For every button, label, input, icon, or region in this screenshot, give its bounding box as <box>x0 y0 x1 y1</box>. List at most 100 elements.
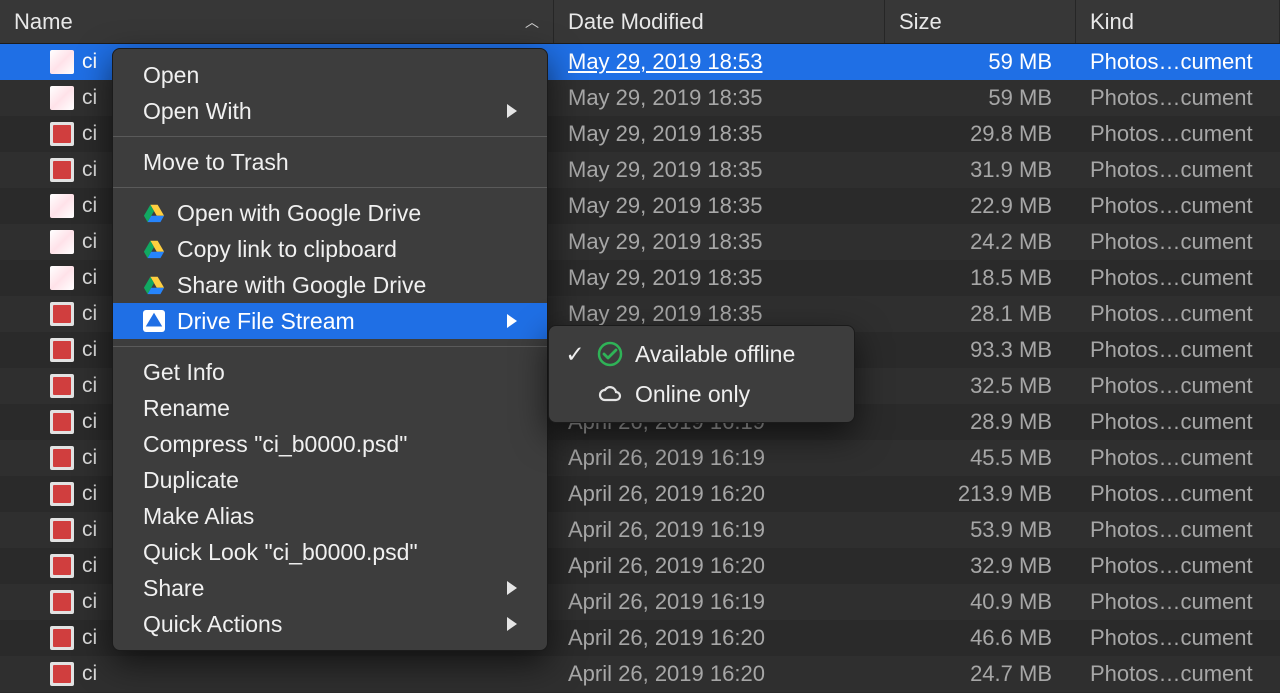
file-kind-cell: Photos…cument <box>1076 620 1280 656</box>
file-kind-label: Photos…cument <box>1090 193 1253 219</box>
file-size-cell: 59 MB <box>885 80 1076 116</box>
menu-get-info[interactable]: Get Info <box>113 354 547 390</box>
file-thumbnail-icon <box>50 86 74 110</box>
drive-file-stream-submenu: ✓ Available offline Online only <box>548 325 855 423</box>
google-drive-icon <box>143 274 165 296</box>
column-header-size[interactable]: Size <box>885 0 1076 43</box>
file-date-cell: May 29, 2019 18:35 <box>554 80 885 116</box>
file-date-cell: April 26, 2019 16:20 <box>554 656 885 692</box>
menu-quick-actions[interactable]: Quick Actions <box>113 606 547 642</box>
menu-share-label: Share <box>143 575 204 602</box>
file-kind-label: Photos…cument <box>1090 301 1253 327</box>
file-size-label: 22.9 MB <box>970 193 1052 219</box>
file-date-cell: May 29, 2019 18:35 <box>554 260 885 296</box>
file-date-label: May 29, 2019 18:35 <box>568 301 762 327</box>
file-kind-label: Photos…cument <box>1090 85 1253 111</box>
menu-drive-file-stream-label: Drive File Stream <box>177 308 355 335</box>
file-size-cell: 24.2 MB <box>885 224 1076 260</box>
menu-move-to-trash[interactable]: Move to Trash <box>113 144 547 180</box>
cloud-icon <box>597 381 623 407</box>
file-thumbnail-icon <box>50 374 74 398</box>
file-size-cell: 213.9 MB <box>885 476 1076 512</box>
file-thumbnail-icon <box>50 158 74 182</box>
menu-duplicate[interactable]: Duplicate <box>113 462 547 498</box>
file-thumbnail-icon <box>50 482 74 506</box>
menu-copy-link[interactable]: Copy link to clipboard <box>113 231 547 267</box>
checkmark-icon: ✓ <box>565 341 585 368</box>
file-size-cell: 40.9 MB <box>885 584 1076 620</box>
file-size-label: 59 MB <box>988 85 1052 111</box>
menu-rename[interactable]: Rename <box>113 390 547 426</box>
menu-make-alias[interactable]: Make Alias <box>113 498 547 534</box>
file-name-cell: ci <box>0 656 554 692</box>
menu-open[interactable]: Open <box>113 57 547 93</box>
file-kind-cell: Photos…cument <box>1076 116 1280 152</box>
file-size-cell: 29.8 MB <box>885 116 1076 152</box>
menu-compress[interactable]: Compress "ci_b0000.psd" <box>113 426 547 462</box>
file-name-label: ci <box>82 518 97 542</box>
column-header-date[interactable]: Date Modified <box>554 0 885 43</box>
file-name-label: ci <box>82 122 97 146</box>
file-kind-cell: Photos…cument <box>1076 476 1280 512</box>
column-header-row: Name ︿ Date Modified Size Kind <box>0 0 1280 44</box>
file-thumbnail-icon <box>50 446 74 470</box>
file-size-label: 32.5 MB <box>970 373 1052 399</box>
file-size-cell: 32.9 MB <box>885 548 1076 584</box>
file-size-cell: 22.9 MB <box>885 188 1076 224</box>
file-kind-cell: Photos…cument <box>1076 404 1280 440</box>
menu-share[interactable]: Share <box>113 570 547 606</box>
column-header-kind-label: Kind <box>1090 9 1134 35</box>
file-size-label: 28.9 MB <box>970 409 1052 435</box>
file-name-label: ci <box>82 194 97 218</box>
menu-open-google-drive-label: Open with Google Drive <box>177 200 421 227</box>
file-size-label: 24.2 MB <box>970 229 1052 255</box>
submenu-available-offline[interactable]: ✓ Available offline <box>549 334 854 374</box>
file-size-label: 46.6 MB <box>970 625 1052 651</box>
file-size-cell: 59 MB <box>885 44 1076 80</box>
file-thumbnail-icon <box>50 554 74 578</box>
file-name-label: ci <box>82 266 97 290</box>
file-size-label: 53.9 MB <box>970 517 1052 543</box>
column-header-kind[interactable]: Kind <box>1076 0 1280 43</box>
file-date-label: April 26, 2019 16:20 <box>568 553 765 579</box>
file-kind-cell: Photos…cument <box>1076 584 1280 620</box>
menu-move-to-trash-label: Move to Trash <box>143 149 289 176</box>
menu-open-with[interactable]: Open With <box>113 93 547 129</box>
file-thumbnail-icon <box>50 590 74 614</box>
menu-duplicate-label: Duplicate <box>143 467 239 494</box>
file-kind-cell: Photos…cument <box>1076 512 1280 548</box>
file-size-cell: 45.5 MB <box>885 440 1076 476</box>
file-date-label: May 29, 2019 18:35 <box>568 85 762 111</box>
file-name-label: ci <box>82 626 97 650</box>
file-date-label: May 29, 2019 18:53 <box>568 49 762 75</box>
file-kind-cell: Photos…cument <box>1076 656 1280 692</box>
file-kind-label: Photos…cument <box>1090 337 1253 363</box>
menu-quick-look-label: Quick Look "ci_b0000.psd" <box>143 539 418 566</box>
file-date-label: May 29, 2019 18:35 <box>568 157 762 183</box>
menu-open-google-drive[interactable]: Open with Google Drive <box>113 195 547 231</box>
menu-rename-label: Rename <box>143 395 230 422</box>
file-thumbnail-icon <box>50 266 74 290</box>
file-size-label: 93.3 MB <box>970 337 1052 363</box>
file-name-label: ci <box>82 410 97 434</box>
file-size-label: 40.9 MB <box>970 589 1052 615</box>
file-date-cell: May 29, 2019 18:35 <box>554 188 885 224</box>
file-kind-cell: Photos…cument <box>1076 548 1280 584</box>
submenu-arrow-icon <box>507 314 517 328</box>
menu-drive-file-stream[interactable]: Drive File Stream <box>113 303 547 339</box>
file-thumbnail-icon <box>50 302 74 326</box>
column-header-name[interactable]: Name ︿ <box>0 0 554 43</box>
menu-quick-look[interactable]: Quick Look "ci_b0000.psd" <box>113 534 547 570</box>
file-thumbnail-icon <box>50 50 74 74</box>
submenu-online-only[interactable]: Online only <box>549 374 854 414</box>
file-kind-cell: Photos…cument <box>1076 260 1280 296</box>
file-date-cell: May 29, 2019 18:35 <box>554 116 885 152</box>
table-row[interactable]: ci April 26, 2019 16:20 24.7 MB Photos…c… <box>0 656 1280 692</box>
file-kind-label: Photos…cument <box>1090 517 1253 543</box>
file-kind-label: Photos…cument <box>1090 121 1253 147</box>
menu-share-google-drive[interactable]: Share with Google Drive <box>113 267 547 303</box>
file-kind-label: Photos…cument <box>1090 625 1253 651</box>
file-name-label: ci <box>82 446 97 470</box>
submenu-available-offline-label: Available offline <box>635 341 795 368</box>
file-size-label: 29.8 MB <box>970 121 1052 147</box>
